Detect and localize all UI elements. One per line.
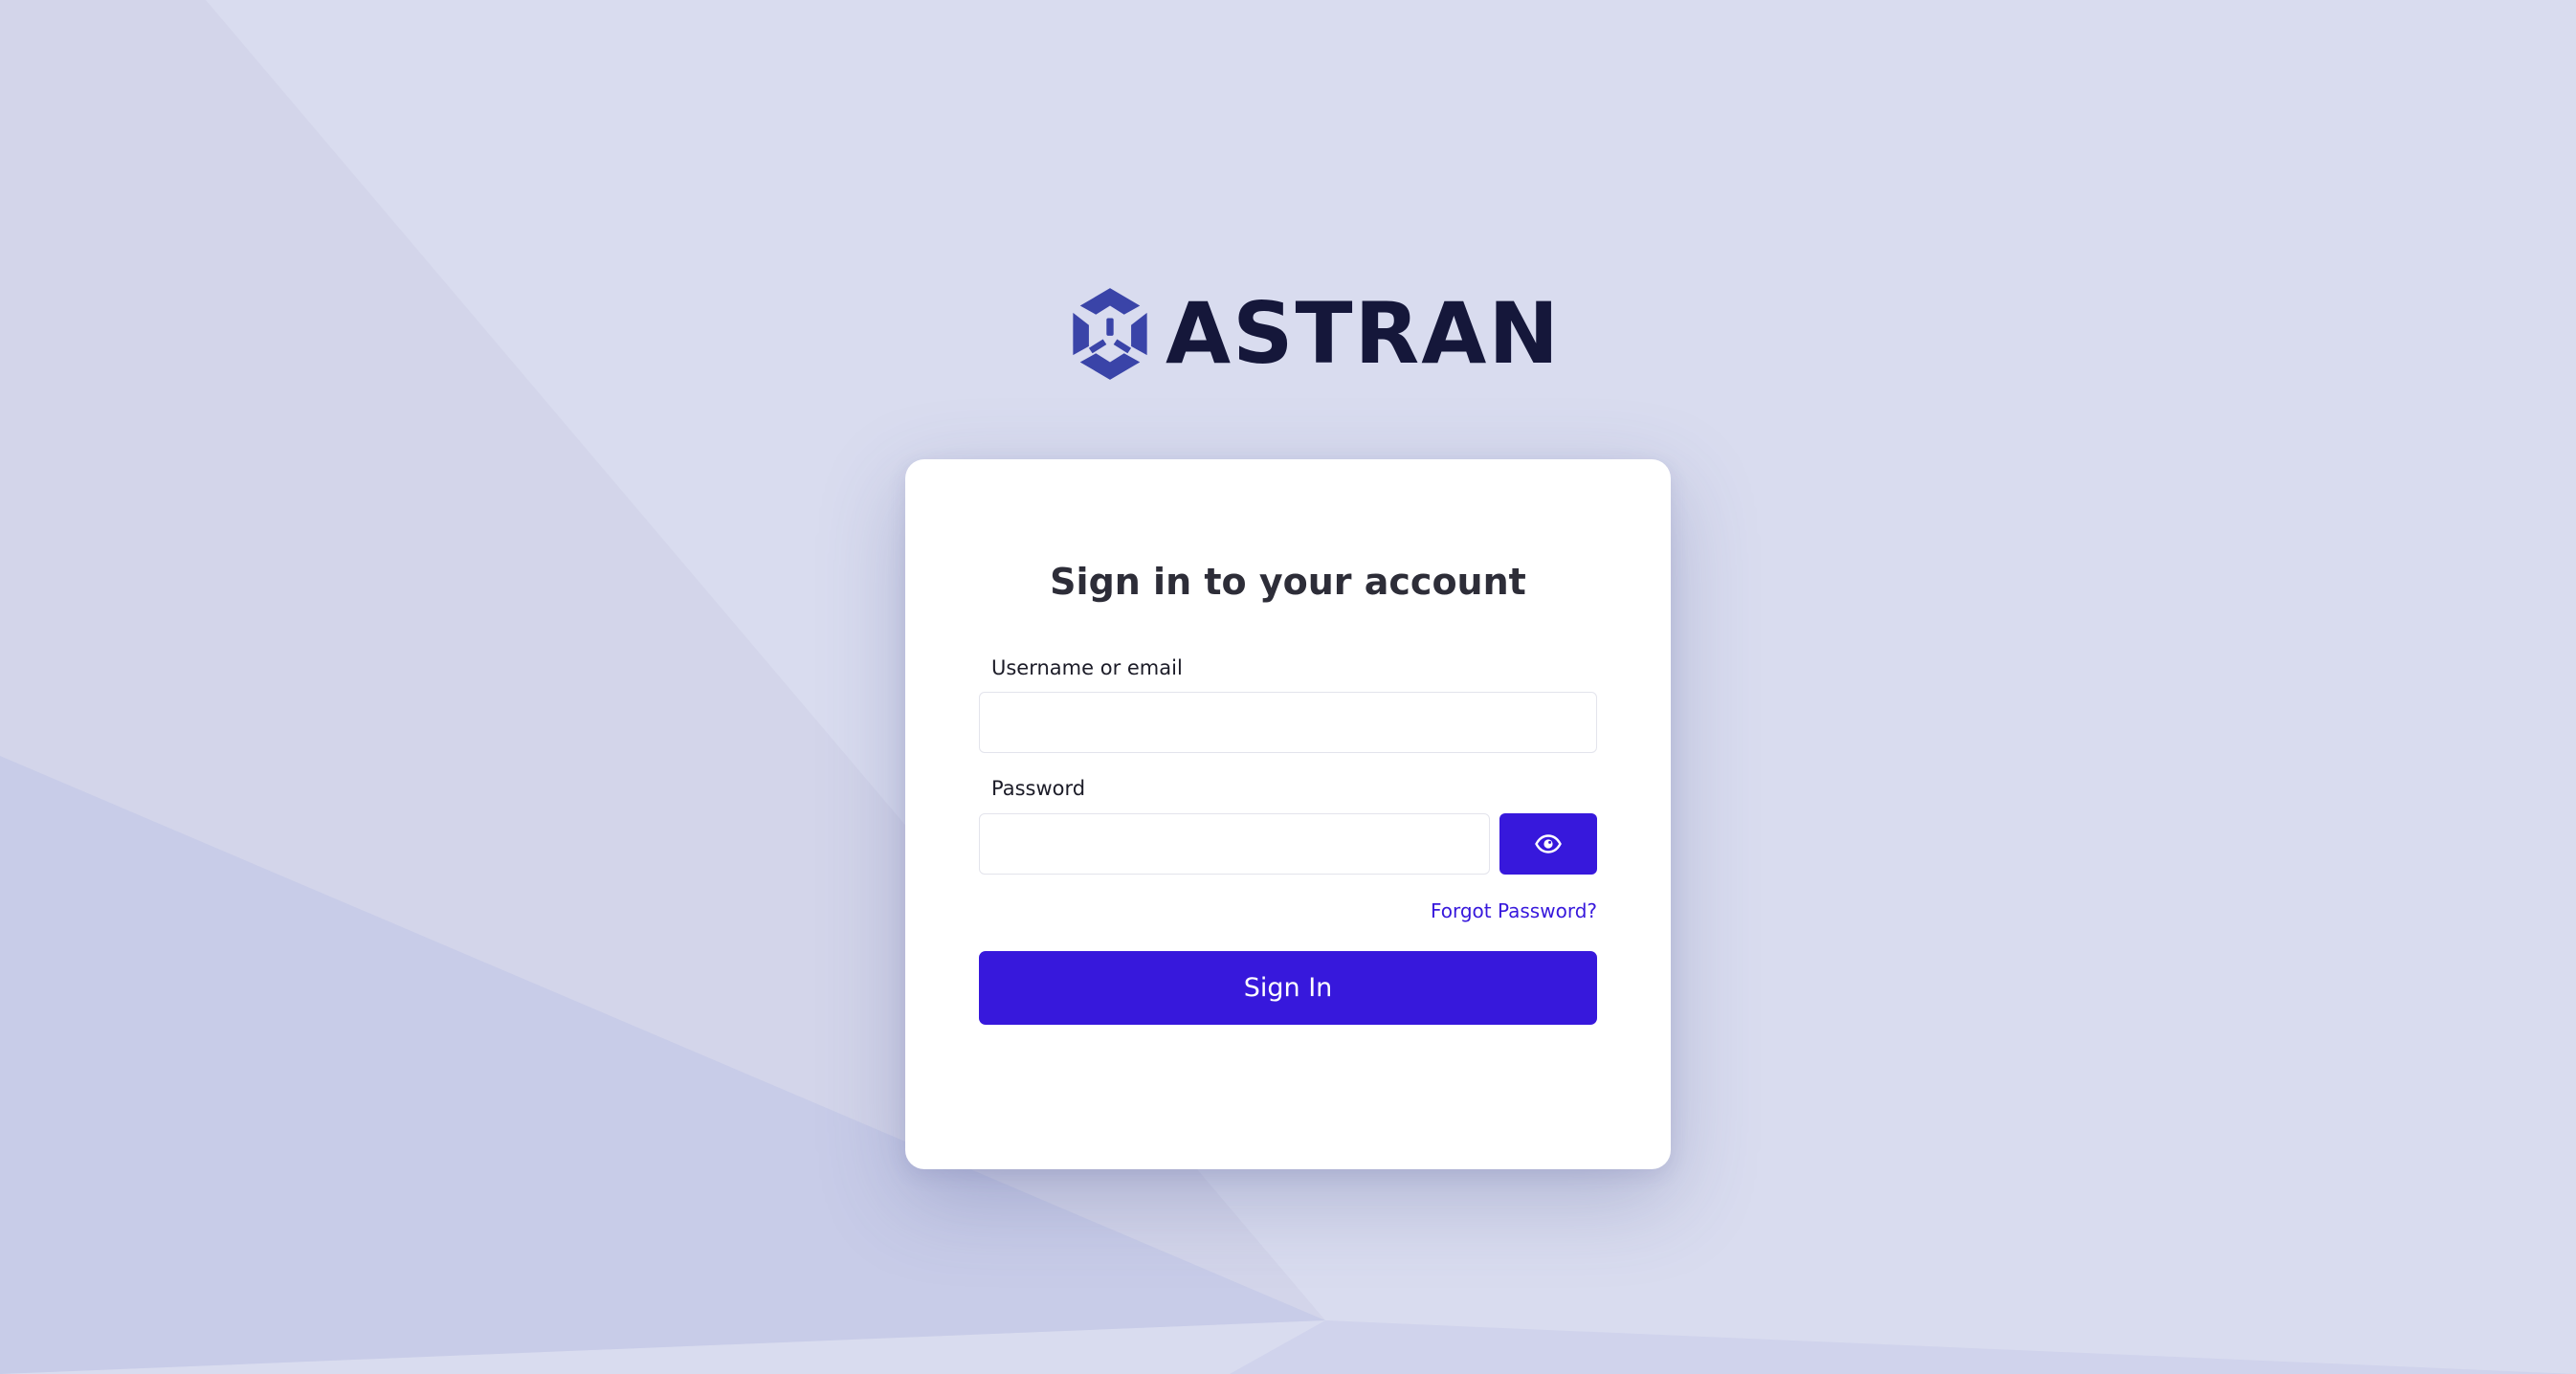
sign-in-button[interactable]: Sign In bbox=[979, 951, 1597, 1025]
password-label: Password bbox=[991, 777, 1086, 800]
hexagon-cube-logo-icon bbox=[1073, 288, 1147, 380]
username-label: Username or email bbox=[991, 656, 1183, 679]
forgot-password-link[interactable]: Forgot Password? bbox=[1431, 899, 1597, 922]
page-title: Sign in to your account bbox=[1050, 561, 1526, 603]
password-input[interactable] bbox=[979, 813, 1490, 875]
show-password-button[interactable] bbox=[1499, 813, 1597, 875]
brand-logo: ASTRAN bbox=[1066, 281, 1561, 387]
login-card: Sign in to your account Username or emai… bbox=[905, 459, 1671, 1169]
eye-icon bbox=[1535, 834, 1562, 853]
brand-name: ASTRAN bbox=[1166, 284, 1562, 383]
username-input[interactable] bbox=[979, 692, 1597, 753]
